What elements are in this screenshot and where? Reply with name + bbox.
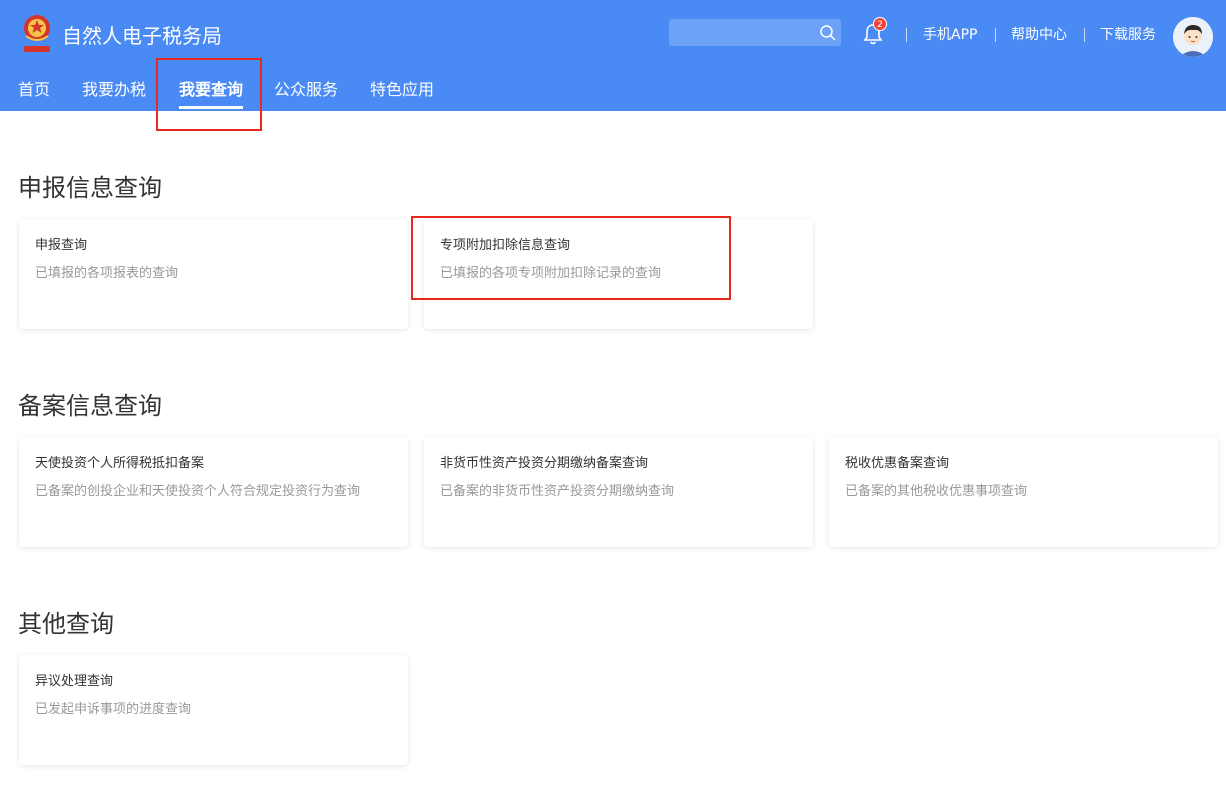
card-desc: 已备案的非货币性资产投资分期缴纳查询 xyxy=(440,484,675,499)
nav-public-service[interactable]: 公众服务 xyxy=(274,78,338,102)
tax-emblem-logo[interactable] xyxy=(20,12,54,56)
nav-active-indicator xyxy=(179,106,243,109)
card-title: 申报查询 xyxy=(35,238,88,253)
card-desc: 已备案的其他税收优惠事项查询 xyxy=(845,484,1028,499)
card-desc: 已发起申诉事项的进度查询 xyxy=(35,702,192,717)
card-title: 异议处理查询 xyxy=(35,674,114,689)
avatar-icon xyxy=(1173,17,1213,57)
help-center-link[interactable]: 帮助中心 xyxy=(1011,24,1067,46)
section-title-other: 其他查询 xyxy=(18,610,114,638)
notification-badge: 2 xyxy=(873,17,887,31)
mobile-app-link[interactable]: 手机APP xyxy=(923,24,977,46)
search-input[interactable] xyxy=(669,19,841,46)
divider xyxy=(906,28,907,42)
nav-query[interactable]: 我要查询 xyxy=(179,78,243,102)
search-icon[interactable] xyxy=(819,24,837,42)
section-title-declaration: 申报信息查询 xyxy=(18,174,162,202)
card-tax-preference-filing[interactable]: 税收优惠备案查询 已备案的其他税收优惠事项查询 xyxy=(829,437,1218,547)
card-title: 专项附加扣除信息查询 xyxy=(440,238,571,253)
divider xyxy=(995,28,996,42)
section-title-filing: 备案信息查询 xyxy=(18,392,162,420)
card-angel-investment-filing[interactable]: 天使投资个人所得税抵扣备案 已备案的创投企业和天使投资个人符合规定投资行为查询 xyxy=(19,437,408,547)
card-desc: 已备案的创投企业和天使投资个人符合规定投资行为查询 xyxy=(35,484,361,499)
header: 自然人电子税务局 2 手机APP 帮助中心 下载服务 首页 我要办税 我要查询 … xyxy=(0,0,1226,111)
card-title: 天使投资个人所得税抵扣备案 xyxy=(35,456,205,471)
divider xyxy=(1084,28,1085,42)
app-title: 自然人电子税务局 xyxy=(62,24,222,48)
user-avatar[interactable] xyxy=(1173,17,1213,57)
download-service-link[interactable]: 下载服务 xyxy=(1100,24,1156,46)
card-declaration-query[interactable]: 申报查询 已填报的各项报表的查询 xyxy=(19,219,408,329)
card-non-monetary-asset-filing[interactable]: 非货币性资产投资分期缴纳备案查询 已备案的非货币性资产投资分期缴纳查询 xyxy=(424,437,813,547)
card-desc: 已填报的各项专项附加扣除记录的查询 xyxy=(440,266,662,281)
nav-featured-apps[interactable]: 特色应用 xyxy=(370,78,434,102)
nav-home[interactable]: 首页 xyxy=(18,78,50,102)
card-title: 税收优惠备案查询 xyxy=(845,456,950,471)
card-desc: 已填报的各项报表的查询 xyxy=(35,266,179,281)
card-dispute-query[interactable]: 异议处理查询 已发起申诉事项的进度查询 xyxy=(19,655,408,765)
nav-tax-handling[interactable]: 我要办税 xyxy=(82,78,146,102)
card-title: 非货币性资产投资分期缴纳备案查询 xyxy=(440,456,649,471)
card-special-deduction-query[interactable]: 专项附加扣除信息查询 已填报的各项专项附加扣除记录的查询 xyxy=(424,219,813,329)
